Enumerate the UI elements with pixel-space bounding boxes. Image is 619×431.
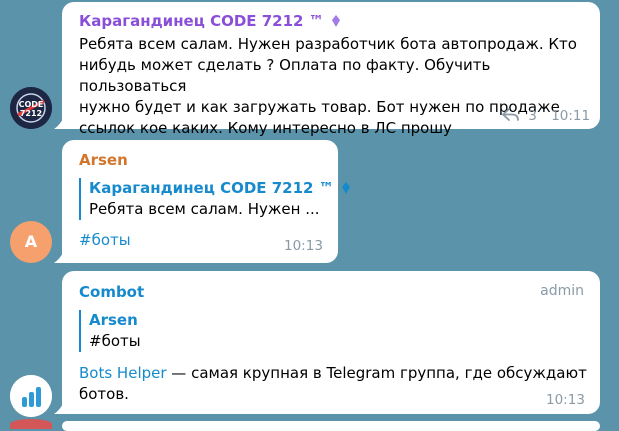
- reply-quote[interactable]: Карагандинец CODE 7212 ™ Ребята всем сал…: [79, 178, 351, 220]
- message-bubble-2[interactable]: Arsen Карагандинец CODE 7212 ™ Ребята вс…: [54, 140, 350, 263]
- hashtag-link[interactable]: #боты: [79, 230, 131, 251]
- bubble-tail: [54, 251, 64, 263]
- message-text-line: ботов.: [79, 385, 129, 403]
- message-bubble-3[interactable]: Combot admin Arsen #боты Bots Helper — с…: [54, 271, 600, 414]
- message-text-rest: — самая крупная в Telegram группа, где о…: [166, 364, 587, 382]
- message-text-line: Bots Helper — самая крупная в Telegram г…: [79, 363, 594, 384]
- admin-badge: admin: [540, 283, 584, 299]
- message-meta: 3 10:11: [502, 108, 590, 124]
- reply-quote-text: Ребята всем салам. Нужен ...: [89, 200, 320, 218]
- svg-text:CODE: CODE: [19, 100, 44, 109]
- reply-arrow-icon[interactable]: [502, 108, 519, 121]
- reply-quote-author-name: Карагандинец CODE 7212 ™: [89, 179, 334, 197]
- message-time: 10:13: [284, 238, 323, 254]
- premium-icon: [341, 182, 350, 194]
- reply-count[interactable]: 3: [528, 108, 537, 124]
- combot-logo-icon: [10, 375, 52, 417]
- avatar-karagandinec[interactable]: CODE 7212: [10, 87, 52, 129]
- message-bubble-1[interactable]: Карагандинец CODE 7212 ™ Ребята всем сал…: [54, 2, 600, 137]
- message-text-line: Ребята всем салам. Нужен разработчик бот…: [79, 35, 577, 53]
- message-author[interactable]: Arsen: [79, 151, 128, 169]
- message-time: 10:13: [546, 392, 585, 408]
- avatar-combot[interactable]: [10, 375, 52, 417]
- message-author-row: Карагандинец CODE 7212 ™: [79, 11, 341, 30]
- premium-icon: [331, 15, 340, 27]
- message-text: Bots Helper — самая крупная в Telegram г…: [79, 363, 594, 405]
- bubble-tail: [54, 117, 64, 129]
- message-author[interactable]: Карагандинец CODE 7212 ™: [79, 12, 324, 30]
- svg-text:7212: 7212: [20, 109, 42, 118]
- next-avatar[interactable]: [10, 419, 52, 429]
- reply-quote-author: Карагандинец CODE 7212 ™: [89, 178, 351, 199]
- avatar-logo-image: CODE 7212: [10, 87, 52, 129]
- bubble-tail: [54, 402, 64, 414]
- reply-quote[interactable]: Arsen #боты: [79, 310, 141, 352]
- reply-quote-text: #боты: [89, 332, 141, 350]
- message-text-line: нибудь может сделать ? Оплата по факту. …: [79, 56, 491, 95]
- hashtag-text[interactable]: #боты: [79, 231, 131, 249]
- message-author[interactable]: Combot: [79, 283, 144, 301]
- reply-quote-author: Arsen: [89, 311, 138, 329]
- message-time: 10:11: [551, 108, 591, 124]
- avatar-arsen[interactable]: A: [10, 221, 52, 263]
- bots-helper-link[interactable]: Bots Helper: [79, 364, 167, 382]
- avatar-letter: A: [24, 232, 38, 251]
- next-message-bubble[interactable]: [62, 421, 600, 431]
